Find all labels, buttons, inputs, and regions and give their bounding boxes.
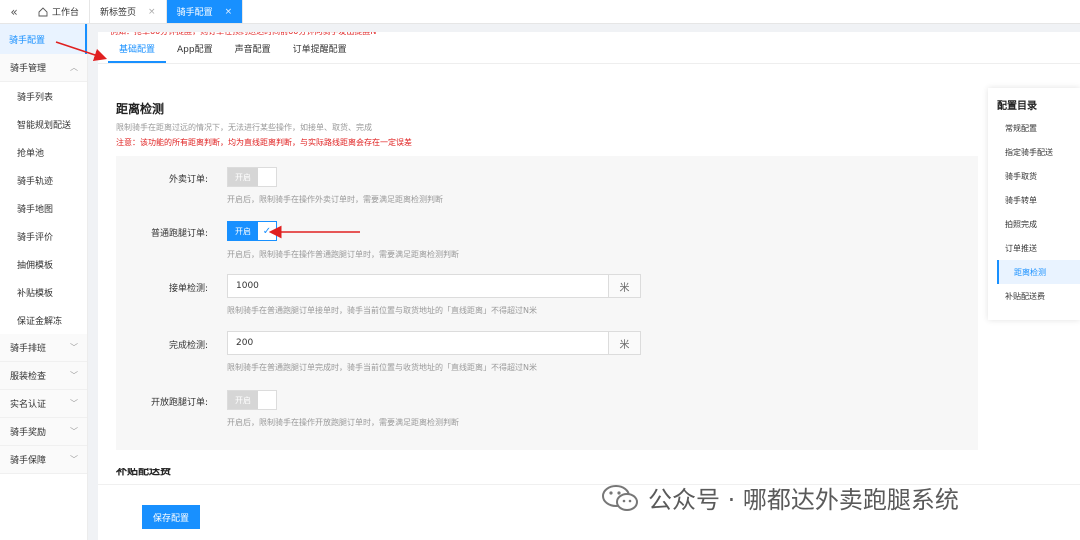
watermark-text: 公众号 · 哪都达外卖跑腿系统 — [648, 486, 959, 514]
arrow-to-basic-tab — [55, 41, 108, 62]
watermark: 公众号 · 哪都达外卖跑腿系统 — [600, 480, 959, 515]
annotation-arrows — [55, 41, 360, 239]
wechat-icon — [602, 484, 638, 511]
